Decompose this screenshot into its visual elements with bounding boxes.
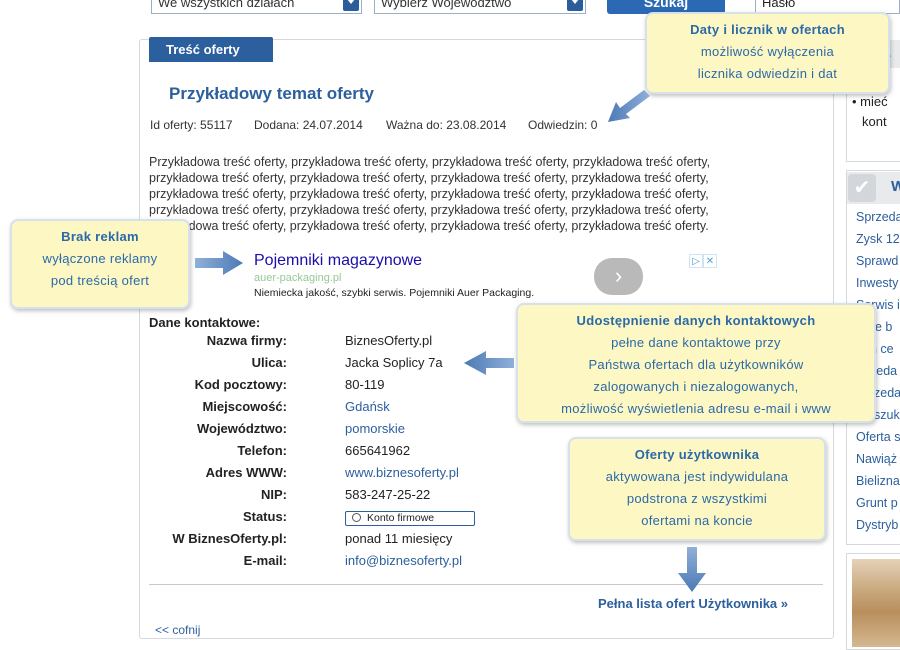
contact-value: BiznesOferty.pl: [345, 333, 433, 348]
contact-heading: Dane kontaktowe:: [149, 315, 261, 330]
contact-label: Województwo:: [196, 421, 287, 436]
region-link[interactable]: pomorskie: [345, 421, 405, 436]
callout-line: możliwość wyświetlenia adresu e-mail i w…: [561, 401, 831, 416]
sidebar-offer-link[interactable]: Oferta s: [856, 430, 900, 444]
arrow-down-icon: [678, 547, 706, 592]
callout-title: Oferty użytkownika: [634, 447, 760, 462]
callout-contact: Udostępnienie danych kontaktowych pełne …: [516, 303, 876, 423]
contact-label: Status:: [242, 509, 287, 524]
arrow-left-icon: [464, 351, 514, 375]
sidebar-offer-link[interactable]: Dystryb: [856, 518, 898, 532]
contact-label: Kod pocztowy:: [194, 377, 287, 392]
offer-title: Przykładowy temat oferty: [169, 84, 375, 103]
status-badge-label: Konto firmowe: [367, 512, 435, 524]
contact-label: Adres WWW:: [205, 465, 287, 480]
contact-value: Jacka Soplicy 7a: [345, 355, 443, 370]
sidebar-text: • mieć: [852, 94, 888, 109]
chevron-down-icon: [567, 0, 583, 11]
tab-offer-content[interactable]: Treść oferty: [149, 37, 273, 62]
contact-label: NIP:: [261, 487, 287, 502]
callout-line: ofertami na koncie: [641, 513, 753, 528]
boxes-image: [852, 559, 900, 647]
sidebar-offer-link[interactable]: Grunt p: [856, 496, 898, 510]
callout-line: pod treścią ofert: [50, 273, 150, 288]
callout-title: Daty i licznik w ofertach: [690, 22, 845, 37]
sidebar-offer-link[interactable]: Zysk 12: [856, 232, 900, 246]
offer-content-line: przykładowa treść oferty, przykładowa tr…: [149, 187, 709, 201]
sidebar-offer-link[interactable]: zeda: [874, 386, 900, 400]
offer-content: Przykładowa treść oferty, przykładowa tr…: [149, 154, 794, 234]
sidebar-offer-link[interactable]: Sprawd: [856, 254, 898, 268]
callout-line: podstrona z wszystkimi: [626, 491, 768, 506]
medal-icon: [352, 513, 361, 522]
callout-line: Państwa ofertach dla użytkowników: [588, 357, 804, 372]
sidebar-text: kont: [862, 114, 887, 129]
sidebar-offer-link[interactable]: Sprzeda: [856, 210, 900, 224]
contact-value: ponad 11 miesięcy: [345, 531, 453, 546]
ad-description: Niemiecka jakość, szybki serwis. Pojemni…: [254, 287, 535, 299]
city-link[interactable]: Gdańsk: [345, 399, 390, 414]
sidebar-offers-header: ✔ W: [847, 172, 900, 204]
adchoices-icon[interactable]: ▷: [689, 254, 703, 268]
callout-line: licznika odwiedzin i dat: [697, 66, 838, 81]
sidebar-offers-title: W: [891, 178, 900, 195]
contact-value: 665641962: [345, 443, 411, 458]
offer-content-line: przykładowa treść oferty, przykładowa tr…: [149, 219, 709, 233]
callout-line: zalogowanych i niezalogowanych,: [593, 379, 799, 394]
chevron-down-icon: [343, 0, 359, 11]
sidebar-offer-link[interactable]: Nawiąż: [856, 452, 897, 466]
website-link[interactable]: www.biznesoferty.pl: [345, 465, 459, 480]
arrow-right-icon: [195, 251, 243, 275]
checkmark-icon: ✔: [848, 174, 876, 202]
contact-row: E-mail: info@biznesoferty.pl: [149, 553, 749, 575]
contact-value: 583-247-25-22: [345, 487, 431, 502]
offer-visits: Odwiedzin: 0: [528, 118, 598, 132]
ad-block[interactable]: Pojemniki magazynowe auer-packaging.pl N…: [254, 252, 534, 299]
offer-content-line: przykładowa treść oferty, przykładowa tr…: [149, 203, 709, 217]
callout-title: Brak reklam: [61, 229, 139, 244]
callout-line: aktywowana jest indywidulana: [605, 469, 789, 484]
sidebar-offer-link[interactable]: Inwesty: [856, 276, 898, 290]
ad-choices[interactable]: ▷ ✕: [689, 253, 721, 268]
category-select[interactable]: We wszystkich działach: [151, 0, 362, 14]
region-select[interactable]: Wybierz Województwo: [374, 0, 586, 14]
callout-title: Udostępnienie danych kontaktowych: [576, 313, 816, 328]
offer-added-date: Dodana: 24.07.2014: [254, 118, 363, 132]
contact-value: 80-119: [345, 377, 385, 392]
chevron-right-icon[interactable]: ›: [594, 258, 643, 295]
contact-label: E-mail:: [243, 553, 287, 568]
region-select-value: Wybierz Województwo: [381, 0, 512, 10]
callout-dates: Daty i licznik w ofertach możliwość wyłą…: [645, 12, 890, 94]
sidebar-product-image[interactable]: [846, 553, 900, 650]
sidebar-offer-link[interactable]: Bielizna: [856, 474, 900, 488]
callout-line: pełne dane kontaktowe przy: [611, 335, 781, 350]
callout-user-offers: Oferty użytkownika aktywowana jest indyw…: [568, 437, 826, 541]
full-offers-list-link[interactable]: Pełna lista ofert Użytkownika »: [598, 596, 788, 611]
contact-label: Miejscowość:: [202, 399, 287, 414]
callout-line: możliwość wyłączenia: [700, 44, 835, 59]
contact-label: Nazwa firmy:: [206, 333, 287, 348]
category-select-value: We wszystkich działach: [158, 0, 295, 10]
contact-label: Telefon:: [237, 443, 287, 458]
ad-url[interactable]: auer-packaging.pl: [254, 272, 534, 284]
sidebar-offer-link[interactable]: szuk: [874, 408, 900, 422]
contact-label: Ulica:: [251, 355, 287, 370]
offer-id: Id oferty: 55117: [150, 118, 233, 132]
offer-content-line: przykładowa treść oferty, przykładowa tr…: [149, 171, 709, 185]
status-badge: Konto firmowe: [345, 509, 475, 526]
arrow-down-left-icon: [608, 90, 650, 122]
ad-title[interactable]: Pojemniki magazynowe: [254, 252, 534, 270]
email-link[interactable]: info@biznesoferty.pl: [345, 553, 462, 568]
divider: [149, 584, 823, 585]
close-icon[interactable]: ✕: [703, 254, 717, 268]
callout-line: wyłączone reklamy: [42, 251, 158, 266]
callout-ads: Brak reklam wyłączone reklamy pod treści…: [10, 219, 190, 309]
offer-valid-date: Ważna do: 23.08.2014: [386, 118, 507, 132]
back-link[interactable]: << cofnij: [155, 623, 200, 637]
contact-label: W BiznesOferty.pl:: [172, 531, 287, 546]
offer-content-line: Przykładowa treść oferty, przykładowa tr…: [149, 155, 711, 169]
